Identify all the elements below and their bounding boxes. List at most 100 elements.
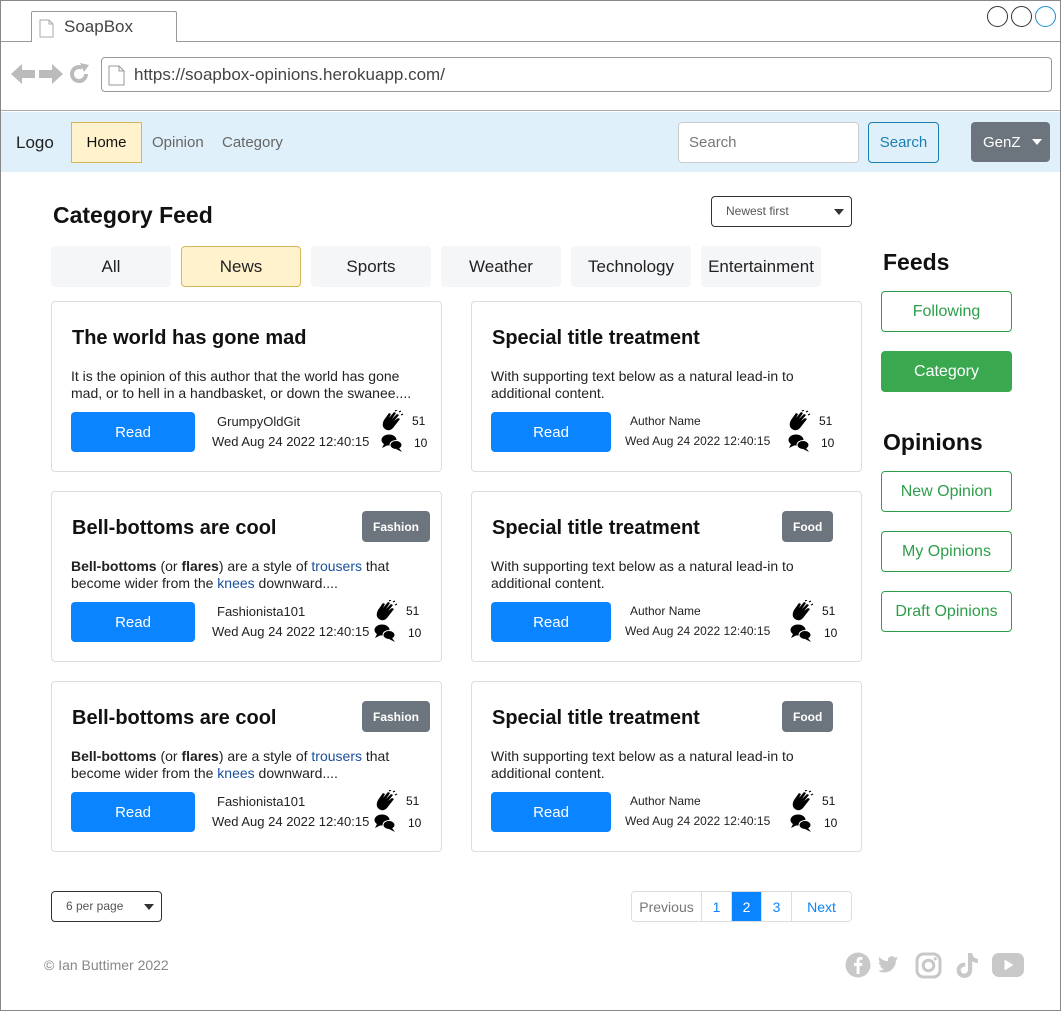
clap-icon[interactable] xyxy=(380,410,404,432)
pagination-next[interactable]: Next xyxy=(792,892,851,921)
comments-icon[interactable] xyxy=(788,433,810,453)
browser-tab-strip: SoapBox xyxy=(1,1,1060,42)
comment-count: 10 xyxy=(408,626,422,640)
category-badge[interactable]: Food xyxy=(782,701,834,732)
category-tab-sports[interactable]: Sports xyxy=(311,246,431,287)
comments-icon[interactable] xyxy=(790,813,812,833)
pagination-previous[interactable]: Previous xyxy=(632,892,702,921)
clap-count: 51 xyxy=(822,604,836,618)
feed-category-button[interactable]: Category xyxy=(881,351,1012,392)
read-button[interactable]: Read xyxy=(71,792,195,832)
category-tab-entertainment[interactable]: Entertainment xyxy=(701,246,821,287)
card-date: Wed Aug 24 2022 12:40:15 xyxy=(625,814,771,828)
browser-window: SoapBox https://soapbox-opinions.herokua… xyxy=(0,0,1061,1011)
clap-icon[interactable] xyxy=(787,410,811,432)
trousers-link[interactable]: trousers xyxy=(311,558,362,574)
address-bar[interactable]: https://soapbox-opinions.herokuapp.com/ xyxy=(101,57,1052,92)
read-button[interactable]: Read xyxy=(491,412,611,452)
card-text: It is the opinion of this author that th… xyxy=(71,368,412,401)
card-author[interactable]: Author Name xyxy=(630,604,701,618)
knees-link[interactable]: knees xyxy=(217,765,254,781)
category-badge[interactable]: Food xyxy=(782,511,834,542)
category-tab-weather[interactable]: Weather xyxy=(441,246,561,287)
category-tab-all[interactable]: All xyxy=(51,246,171,287)
nav-link-category[interactable]: Category xyxy=(222,134,283,151)
clap-icon[interactable] xyxy=(790,600,814,622)
read-button[interactable]: Read xyxy=(71,602,195,642)
browser-tab[interactable]: SoapBox xyxy=(31,11,177,42)
comments-icon[interactable] xyxy=(374,623,396,643)
card-author[interactable]: Author Name xyxy=(630,414,701,428)
card-date: Wed Aug 24 2022 12:40:15 xyxy=(625,624,771,638)
my-opinions-button[interactable]: My Opinions xyxy=(881,531,1012,572)
opinion-card: Special title treatment With supporting … xyxy=(471,301,862,472)
comment-count: 10 xyxy=(821,436,835,450)
trousers-link[interactable]: trousers xyxy=(311,748,362,764)
read-button[interactable]: Read xyxy=(491,602,611,642)
card-author[interactable]: Fashionista101 xyxy=(217,794,305,809)
youtube-icon[interactable] xyxy=(992,953,1024,977)
clap-count: 51 xyxy=(819,414,833,428)
maximize-button[interactable] xyxy=(1011,6,1032,27)
feed-following-button[interactable]: Following xyxy=(881,291,1012,332)
knees-link[interactable]: knees xyxy=(217,575,254,591)
card-text: With supporting text below as a natural … xyxy=(491,748,794,781)
card-text: Bell-bottoms (or flares) are a style of … xyxy=(71,748,390,781)
card-date: Wed Aug 24 2022 12:40:15 xyxy=(625,434,771,448)
caret-down-icon xyxy=(1032,139,1042,145)
reload-icon[interactable] xyxy=(67,62,91,86)
search-button[interactable]: Search xyxy=(868,122,939,163)
pagination-page-3[interactable]: 3 xyxy=(762,892,792,921)
card-author[interactable]: Author Name xyxy=(630,794,701,808)
page-title: Category Feed xyxy=(53,202,213,228)
comments-icon[interactable] xyxy=(790,623,812,643)
url-text: https://soapbox-opinions.herokuapp.com/ xyxy=(134,65,445,84)
tiktok-icon[interactable] xyxy=(955,952,980,979)
read-button[interactable]: Read xyxy=(71,412,195,452)
read-button[interactable]: Read xyxy=(491,792,611,832)
site-logo[interactable]: Logo xyxy=(16,133,54,153)
pagination-page-2[interactable]: 2 xyxy=(732,892,762,921)
search-input[interactable] xyxy=(678,122,859,163)
card-title: Bell-bottoms are cool xyxy=(72,707,277,729)
comment-count: 10 xyxy=(414,436,428,450)
category-badge[interactable]: Fashion xyxy=(362,511,431,542)
opinion-card: Bell-bottoms are cool Fashion Bell-botto… xyxy=(51,681,442,852)
nav-link-opinion[interactable]: Opinion xyxy=(152,134,204,151)
nav-link-home[interactable]: Home xyxy=(71,122,142,163)
minimize-button[interactable] xyxy=(987,6,1008,27)
facebook-icon[interactable] xyxy=(845,952,871,978)
comments-icon[interactable] xyxy=(381,433,403,453)
user-menu-dropdown[interactable]: GenZ xyxy=(971,122,1050,162)
sort-select[interactable]: Newest first xyxy=(711,196,852,227)
opinions-heading: Opinions xyxy=(883,429,983,455)
user-menu-label: GenZ xyxy=(983,133,1021,151)
card-text: Bell-bottoms (or flares) are a style of … xyxy=(71,558,390,591)
opinion-card: The world has gone mad It is the opinion… xyxy=(51,301,442,472)
category-tab-technology[interactable]: Technology xyxy=(571,246,691,287)
new-opinion-button[interactable]: New Opinion xyxy=(881,471,1012,512)
opinion-card: Special title treatment Food With suppor… xyxy=(471,681,862,852)
caret-down-icon xyxy=(834,209,844,215)
clap-count: 51 xyxy=(406,794,420,808)
card-text: With supporting text below as a natural … xyxy=(491,558,794,591)
forward-arrow-icon[interactable] xyxy=(39,63,63,85)
twitter-icon[interactable] xyxy=(878,956,898,973)
tab-title: SoapBox xyxy=(64,17,133,36)
clap-icon[interactable] xyxy=(374,600,398,622)
per-page-select[interactable]: 6 per page xyxy=(51,891,162,922)
clap-icon[interactable] xyxy=(790,790,814,812)
category-tab-news[interactable]: News xyxy=(181,246,301,287)
opinion-card: Special title treatment Food With suppor… xyxy=(471,491,862,662)
draft-opinions-button[interactable]: Draft Opinions xyxy=(881,591,1012,632)
card-author[interactable]: GrumpyOldGit xyxy=(217,414,300,429)
comments-icon[interactable] xyxy=(374,813,396,833)
close-button[interactable] xyxy=(1035,6,1056,27)
back-arrow-icon[interactable] xyxy=(11,63,35,85)
card-author[interactable]: Fashionista101 xyxy=(217,604,305,619)
category-badge[interactable]: Fashion xyxy=(362,701,431,732)
sort-select-value: Newest first xyxy=(726,204,789,218)
clap-icon[interactable] xyxy=(374,790,398,812)
instagram-icon[interactable] xyxy=(915,952,942,979)
pagination-page-1[interactable]: 1 xyxy=(702,892,732,921)
